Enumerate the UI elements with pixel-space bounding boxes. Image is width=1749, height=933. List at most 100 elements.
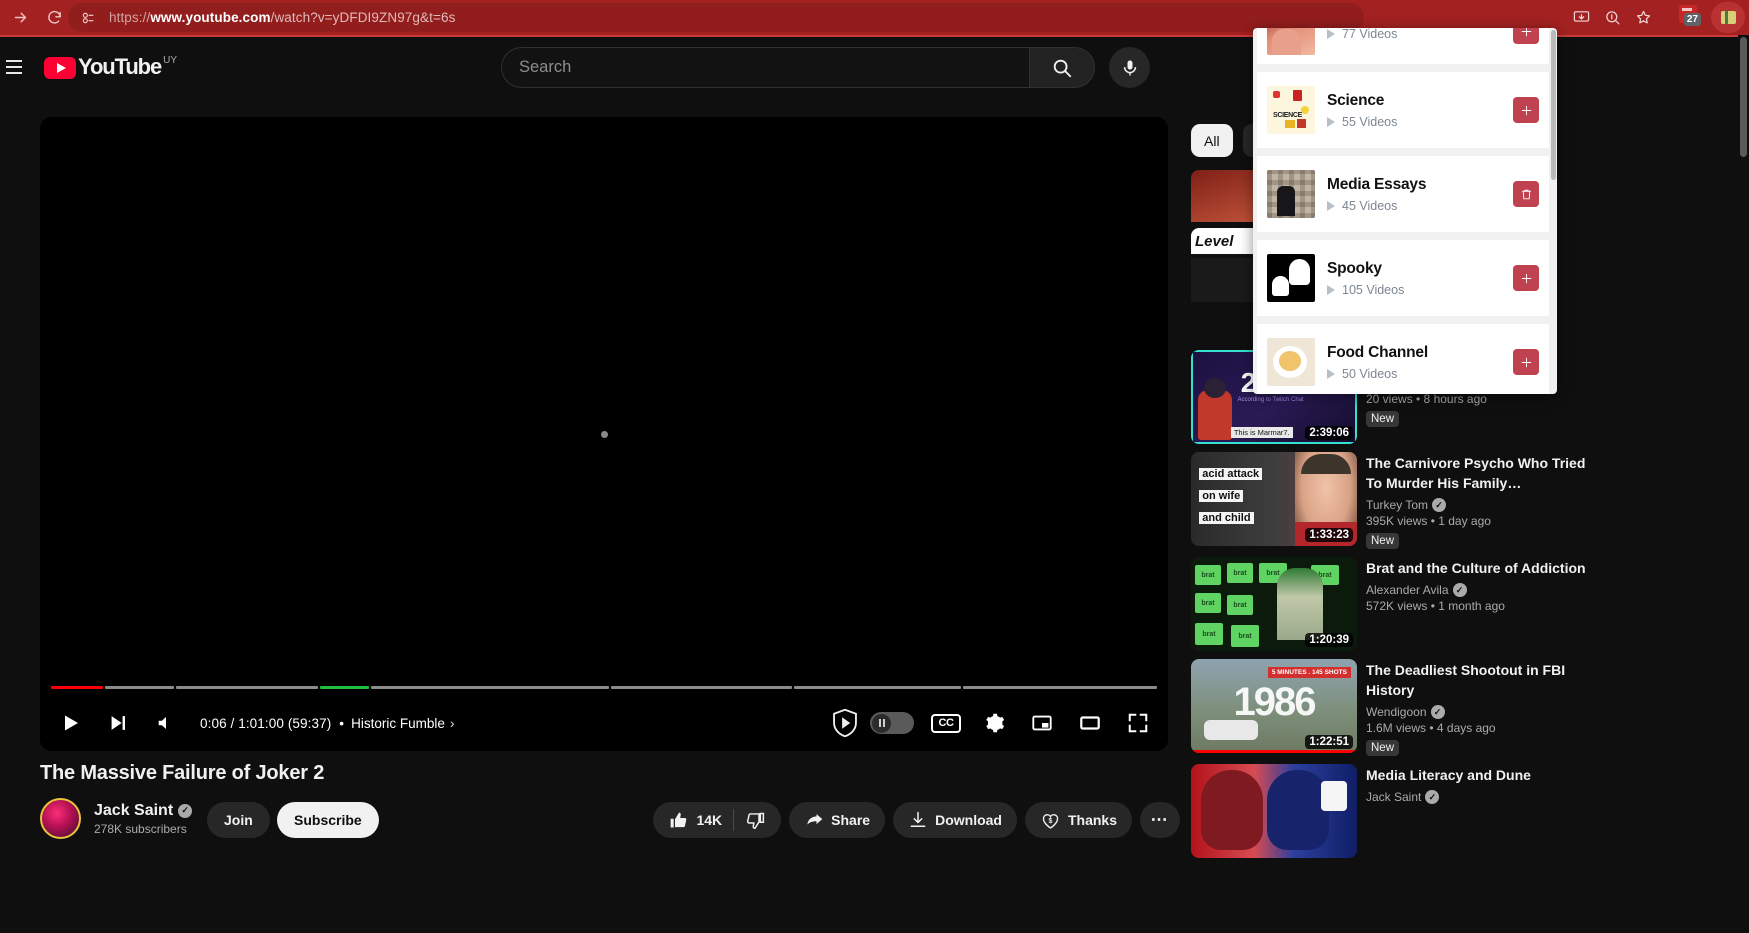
like-count: 14K [696, 812, 722, 828]
playlist-item[interactable]: SCIENCE Science 55 Videos [1257, 72, 1549, 148]
list-item[interactable]: brat brat brat brat brat brat brat brat … [1191, 557, 1595, 651]
channel-name: Jack Saint [94, 802, 173, 820]
add-to-playlist-button[interactable] [1513, 265, 1539, 291]
remove-from-playlist-button[interactable] [1513, 181, 1539, 207]
site-settings-icon[interactable] [76, 6, 100, 30]
settings-button[interactable] [970, 701, 1018, 745]
progress-chapter-3[interactable] [320, 686, 370, 689]
video-thumbnail[interactable]: 1986 5 MINUTES . 145 SHOTS 1:22:51 [1191, 659, 1357, 753]
recommendation-channel[interactable]: Turkey Tom ✓ [1366, 498, 1594, 512]
progress-chapter-2[interactable] [176, 686, 318, 689]
video-thumbnail[interactable]: acid attack on wife and child 1:33:23 [1191, 452, 1357, 546]
progress-chapter-4[interactable] [371, 686, 609, 689]
share-button[interactable]: Share [789, 802, 885, 838]
subscribe-button[interactable]: Subscribe [277, 802, 379, 838]
list-item[interactable]: 1986 5 MINUTES . 145 SHOTS 1:22:51 The D… [1191, 659, 1595, 756]
progress-chapter-0[interactable] [51, 686, 103, 689]
plus-icon [1520, 272, 1533, 285]
youtube-logo[interactable]: YouTube UY [44, 54, 177, 80]
chapter-title-link[interactable]: Historic Fumble › [351, 715, 454, 731]
video-duration: 1:22:51 [1305, 735, 1353, 749]
list-item[interactable]: acid attack on wife and child 1:33:23 Th… [1191, 452, 1595, 549]
playlist-item[interactable]: Food Channel 50 Videos [1257, 324, 1549, 394]
recommendation-stats: 20 views • 8 hours ago [1366, 392, 1594, 406]
page-scrollbar[interactable] [1738, 35, 1749, 933]
volume-button[interactable] [142, 701, 190, 745]
playlist-video-count: 105 Videos [1342, 283, 1404, 297]
add-to-playlist-button[interactable] [1513, 28, 1539, 44]
channel-block[interactable]: Jack Saint ✓ 278K subscribers [40, 798, 192, 839]
recommendation-channel[interactable]: Jack Saint ✓ [1366, 790, 1594, 804]
video-stage[interactable] [40, 117, 1168, 751]
install-app-icon[interactable] [1567, 3, 1595, 31]
recommendation-title[interactable]: The Deadliest Shootout in FBI History [1366, 660, 1594, 700]
recommendation-stats: 395K views • 1 day ago [1366, 514, 1594, 528]
miniplayer-button[interactable] [1018, 701, 1066, 745]
fullscreen-button[interactable] [1114, 701, 1162, 745]
video-thumbnail[interactable] [1191, 764, 1357, 858]
progress-chapter-1[interactable] [105, 686, 174, 689]
extension-button[interactable]: 27 [1671, 2, 1705, 33]
list-item[interactable]: Media Literacy and Dune Jack Saint ✓ [1191, 764, 1595, 858]
channel-avatar[interactable] [40, 798, 81, 839]
autoskip-toggle[interactable] [870, 712, 914, 734]
playlist-thumbnail [1267, 254, 1315, 302]
playlist-item[interactable]: Media Essays 45 Videos [1257, 156, 1549, 232]
play-button[interactable] [46, 701, 94, 745]
playlist-scrollbar[interactable] [1551, 30, 1556, 180]
like-dislike-group[interactable]: 14K [653, 802, 781, 838]
next-video-icon [107, 712, 129, 734]
chip-all[interactable]: All [1191, 124, 1233, 157]
recommendation-channel[interactable]: Alexander Avila ✓ [1366, 583, 1594, 597]
channel-name-row[interactable]: Jack Saint ✓ [94, 802, 192, 820]
thanks-button[interactable]: $ Thanks [1025, 802, 1132, 838]
zoom-search-icon[interactable] [1598, 3, 1626, 31]
forward-button[interactable] [6, 4, 34, 32]
playlist-video-count-row: 55 Videos [1327, 115, 1501, 129]
video-player[interactable]: 0:06 / 1:01:00 (59:37) • Historic Fumble… [40, 117, 1168, 751]
video-thumbnail[interactable]: brat brat brat brat brat brat brat brat … [1191, 557, 1357, 651]
recommendation-title[interactable]: Brat and the Culture of Addiction [1366, 558, 1594, 578]
recommendation-title[interactable]: The Carnivore Psycho Who Tried To Murder… [1366, 453, 1594, 493]
playlist-popup[interactable]: 77 Videos SCIENCE Science 55 Videos [1253, 28, 1557, 394]
pause-toggle-icon [872, 714, 891, 733]
progress-chapter-5[interactable] [611, 686, 792, 689]
verified-badge-icon: ✓ [1431, 705, 1445, 719]
playlist-item[interactable]: Spooky 105 Videos [1257, 240, 1549, 316]
address-bar[interactable]: https://www.youtube.com/watch?v=yDFDI9ZN… [68, 3, 1364, 32]
voice-search-button[interactable] [1109, 47, 1150, 88]
thumbnail-caption-text: This is Marmar7. [1231, 427, 1293, 438]
hamburger-menu-icon[interactable] [0, 60, 32, 74]
search-button[interactable] [1029, 47, 1095, 88]
add-to-playlist-button[interactable] [1513, 97, 1539, 123]
playlist-video-count: 77 Videos [1342, 28, 1397, 41]
captions-button[interactable]: CC [922, 701, 970, 745]
search-box[interactable] [501, 47, 1029, 88]
next-video-button[interactable] [94, 701, 142, 745]
recommendation-channel[interactable]: Wendigoon ✓ [1366, 705, 1594, 719]
progress-chapter-7[interactable] [963, 686, 1157, 689]
progress-chapter-6[interactable] [794, 686, 960, 689]
playlist-thumbnail: SCIENCE [1267, 86, 1315, 134]
page-scrollbar-thumb[interactable] [1740, 37, 1747, 157]
add-to-playlist-button[interactable] [1513, 349, 1539, 375]
join-button[interactable]: Join [207, 802, 270, 838]
star-bookmark-icon[interactable] [1629, 3, 1657, 31]
volume-icon [155, 712, 177, 734]
playlist-item[interactable]: 77 Videos [1257, 28, 1549, 64]
more-options-button[interactable]: ⋯ [1140, 802, 1180, 838]
progress-bar[interactable] [51, 685, 1157, 689]
playlist-thumbnail [1267, 170, 1315, 218]
youtube-logo-text: YouTube [78, 54, 161, 80]
sponsorblock-shield-icon[interactable] [828, 707, 862, 739]
profile-avatar[interactable] [1711, 2, 1745, 33]
theater-mode-button[interactable] [1066, 701, 1114, 745]
download-button[interactable]: Download [893, 802, 1017, 838]
search-input[interactable] [519, 58, 1029, 77]
share-label: Share [831, 812, 870, 828]
profile-avatar-icon [1721, 11, 1736, 24]
playlist-list[interactable]: 77 Videos SCIENCE Science 55 Videos [1253, 28, 1557, 394]
recommendation-title[interactable]: Media Literacy and Dune [1366, 765, 1594, 785]
extension-icon: 27 [1679, 5, 1697, 23]
reload-button[interactable] [40, 4, 68, 32]
